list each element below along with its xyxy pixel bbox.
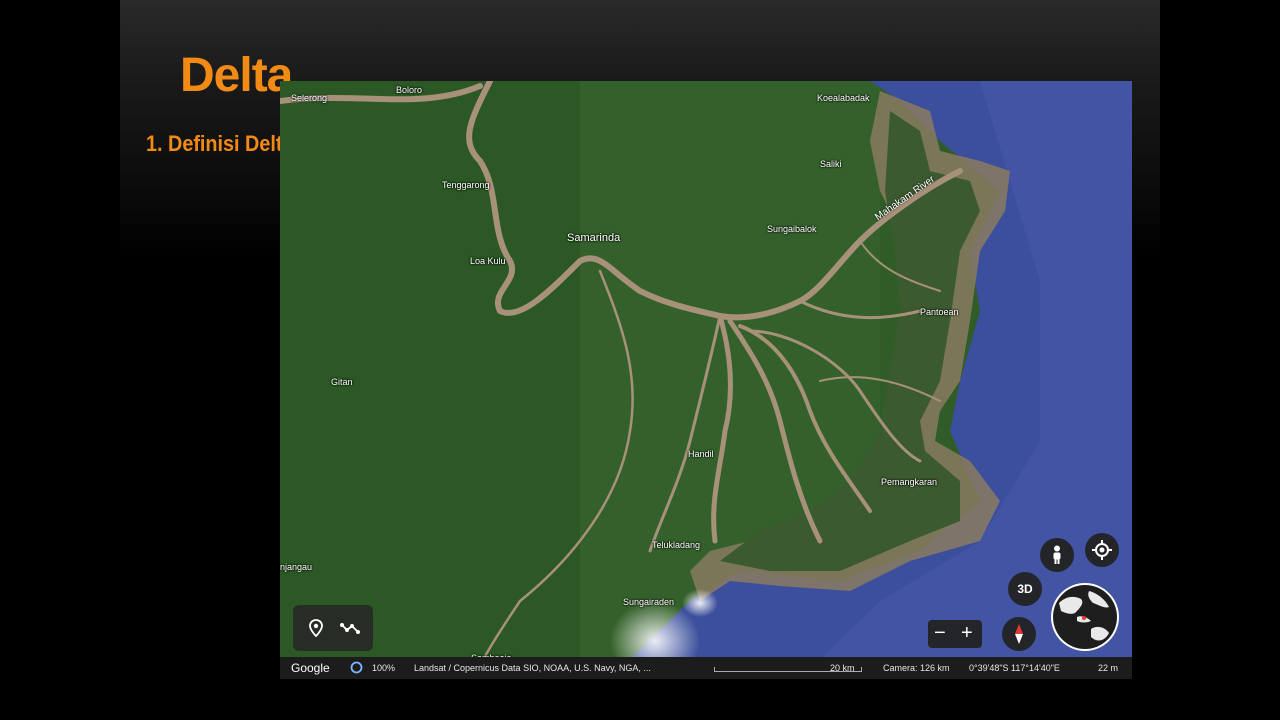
status-bar: Google 100% Landsat / Copernicus Data SI… — [280, 657, 1132, 679]
coordinates: 0°39'48"S 117°14'40"E — [969, 663, 1060, 673]
place-label: Samarinda — [567, 232, 621, 244]
slide-title: Delta — [180, 49, 293, 102]
3d-toggle-button[interactable]: 3D — [1008, 572, 1042, 606]
elevation: 22 m — [1098, 663, 1119, 673]
place-label: Boloro — [396, 85, 423, 95]
scale-label: 20 km — [830, 663, 855, 673]
place-label: Saliki — [820, 159, 842, 169]
place-label: Sungaibalok — [767, 224, 817, 234]
compass-button[interactable] — [1002, 617, 1036, 651]
crosshair-icon — [1092, 540, 1112, 560]
location-pin-icon — [309, 619, 323, 638]
place-label: Handil — [688, 449, 714, 459]
place-label: Telukladang — [652, 540, 701, 550]
place-label: Pantoean — [920, 307, 959, 317]
google-logo: Google — [291, 661, 330, 675]
my-location-button[interactable] — [1085, 533, 1119, 567]
zoom-in-button[interactable]: + — [961, 622, 973, 644]
street-view-button[interactable] — [1040, 538, 1074, 572]
place-label: Koealabadak — [817, 93, 870, 103]
place-label: Gitan — [331, 377, 353, 387]
zoom-control: − + — [928, 620, 982, 648]
compass-icon — [1015, 624, 1023, 644]
satellite-map[interactable]: Selerong Boloro Koealabadak Saliki Tengg… — [280, 81, 1132, 679]
place-label: Sungairaden — [623, 597, 675, 607]
path-icon — [340, 623, 360, 634]
camera-altitude: Camera: 126 km — [883, 663, 950, 673]
overview-globe[interactable] — [1051, 583, 1119, 651]
loading-ring-icon — [350, 661, 363, 676]
map-tools-panel — [293, 605, 373, 651]
map-imagery — [280, 81, 1132, 679]
place-label: njangau — [280, 562, 313, 572]
zoom-out-button[interactable]: − — [934, 622, 946, 644]
pegman-icon — [1053, 545, 1061, 564]
slide-subtitle: 1. Definisi Delta — [146, 131, 294, 156]
place-label: Loa Kulu — [470, 256, 506, 266]
load-percent: 100% — [372, 663, 396, 673]
globe-icon — [1053, 585, 1117, 649]
place-label: Selerong — [291, 93, 328, 103]
measure-path-button[interactable] — [337, 615, 363, 641]
attribution-text[interactable]: Landsat / Copernicus Data SIO, NOAA, U.S… — [414, 663, 651, 673]
place-label: Tenggarong — [442, 180, 490, 190]
place-marker-button[interactable] — [303, 615, 329, 641]
place-label: Pemangkaran — [881, 477, 938, 487]
